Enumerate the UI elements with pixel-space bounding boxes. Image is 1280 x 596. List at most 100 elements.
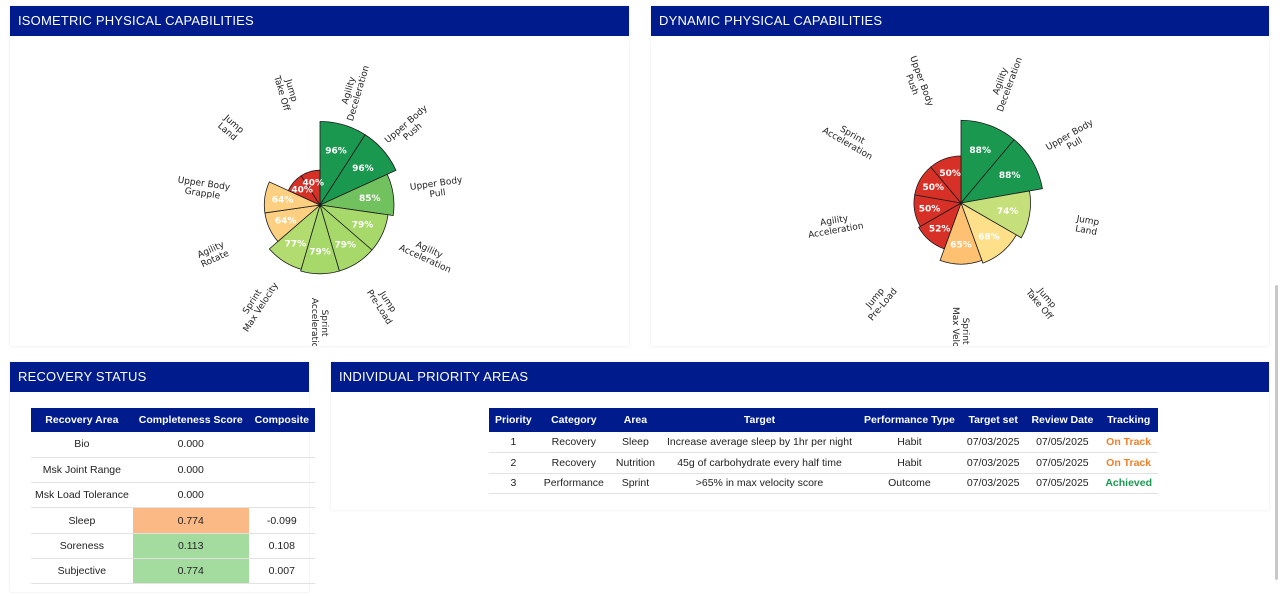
chart-value-label: 88% [999,171,1021,181]
chart-axis-label: Upper BodyPush [383,103,437,153]
chart-value-label: 96% [325,147,347,157]
priority-row: 1 Recovery Sleep Increase average sleep by … [489,432,1158,453]
composite-cell [248,457,315,484]
chart-axis-label: AgilityAcceleration [397,234,456,275]
recovery-area-cell: Subjective [31,558,133,585]
chart-value-label: 64% [272,196,294,206]
chart-axis-label-line: Sprint [960,318,970,345]
chart-axis-label-line: Pull [429,188,446,200]
chart-value-label: 65% [950,241,972,251]
chart-value-label: 79% [352,220,374,230]
chart-axis-label: AgilityDeceleration [987,53,1025,114]
target-set-cell: 07/03/2025 [960,432,1026,453]
priority-table-body: 1 Recovery Sleep Increase average sleep by … [489,432,1158,494]
chart-axis-label: Upper BodyPull [409,175,465,202]
tracking-status-cell: On Track [1099,452,1158,474]
col-recovery-area[interactable]: Recovery Area [31,408,133,432]
priority-row: 3 Performance Sprint >65% in max velocity s… [489,473,1158,494]
recovery-panel: RECOVERY STATUS Recovery Area Completene… [10,362,315,592]
chart-axis-label: SprintAcceleratio [309,298,329,346]
category-cell: Performance [537,473,610,494]
completeness-score-cell: 0.774 [132,558,249,585]
target-set-cell: 07/03/2025 [960,452,1026,474]
completeness-score-cell: 0.000 [132,482,249,509]
recovery-row: Msk Joint Range 0.000 [31,457,315,484]
col-tracking[interactable]: Tracking [1099,408,1158,432]
chart-axis-label: AgilityAcceleration [806,211,865,240]
completeness-score-cell: 0.000 [132,457,249,484]
chart-value-label: 88% [969,146,991,156]
performance-type-cell: Outcome [858,473,961,494]
chart-axis-label: AgilityDeceleration [336,62,371,123]
chart-axis-label: AgilityRotate [196,240,232,271]
isometric-polar-chart: 96% AgilityDeceleration 96% Upper BodyPush 8… [175,62,465,346]
target-cell: >65% in max velocity score [660,473,859,494]
col-performance-type[interactable]: Performance Type [858,408,961,432]
tracking-status-cell: On Track [1099,432,1158,453]
recovery-area-cell: Soreness [31,533,133,559]
area-cell: Sleep [609,432,661,453]
chart-axis-label-line: Max Veloci [950,307,960,346]
chart-value-label: 74% [997,207,1019,217]
dynamic-polar-chart: 88% AgilityDeceleration 88% Upper BodyPull 7… [806,53,1101,346]
chart-axis-label: SprintMax Veloci [950,307,970,346]
priority-table-header-row: Priority Category Area Target Performanc… [489,408,1158,432]
chart-value-label: 50% [939,169,961,179]
col-target[interactable]: Target [660,408,859,432]
priority-table: Priority Category Area Target Performanc… [489,408,1158,494]
chart-axis-label-line: Sprint [319,310,329,337]
composite-cell: 0.007 [248,558,315,585]
chart-value-label: 79% [309,248,331,258]
chart-value-label: 64% [275,217,297,227]
chart-axis-label: SprintMax Velocity [233,275,281,334]
chart-value-label: 96% [352,164,374,174]
chart-axis-label: JumpTake Off [1023,281,1063,323]
chart-value-label: 50% [919,205,941,215]
chart-axis-label: JumpLand [214,113,245,144]
priority-cell: 2 [489,452,538,474]
recovery-area-cell: Sleep [31,507,133,534]
category-cell: Recovery [537,432,610,453]
review-date-cell: 07/05/2025 [1025,432,1100,453]
priority-panel: INDIVIDUAL PRIORITY AREAS Priority Categ… [331,362,1269,510]
chart-value-label: 77% [285,239,307,249]
target-set-cell: 07/03/2025 [960,473,1026,494]
recovery-row: Subjective 0.774 0.007 [31,558,315,585]
chart-axis-label: JumpPre-Load [859,280,899,323]
recovery-table-body: Bio 0.000 Msk Joint Range 0.000 Msk Load Tol… [31,432,315,585]
recovery-table: Recovery Area Completeness Score Composi… [31,408,315,585]
chart-axis-label: JumpPre-Load [364,283,402,327]
page-scrollbar[interactable] [1275,285,1278,580]
chart-value-label: 68% [978,232,1000,242]
col-target-set[interactable]: Target set [960,408,1026,432]
chart-axis-label: Upper BodyPull [1045,118,1101,162]
chart-axis-label: Upper BodyPush [898,55,935,112]
chart-value-label: 52% [929,225,951,235]
chart-axis-label: Upper BodyGrapple [175,176,231,203]
priority-cell: 3 [489,473,538,494]
col-review-date[interactable]: Review Date [1025,408,1100,432]
col-composite[interactable]: Composite [248,408,315,432]
performance-type-cell: Habit [858,432,961,453]
recovery-row: Sleep 0.774 -0.099 [31,507,315,534]
col-area[interactable]: Area [609,408,661,432]
target-cell: 45g of carbohydrate every half time [660,452,859,474]
recovery-panel-title: RECOVERY STATUS [10,362,309,392]
chart-value-label: 79% [335,240,357,250]
recovery-row: Bio 0.000 [31,432,315,458]
col-completeness-score[interactable]: Completeness Score [132,408,249,432]
recovery-table-header-row: Recovery Area Completeness Score Composi… [31,408,315,432]
tracking-status-cell: Achieved [1099,473,1158,494]
recovery-area-cell: Msk Load Tolerance [31,482,133,509]
chart-axis-label: JumpTake Off [271,71,301,113]
chart-axis-label-line: Acceleratio [309,298,319,346]
dynamic-panel-title: DYNAMIC PHYSICAL CAPABILITIES [651,6,1269,36]
composite-cell [248,482,315,509]
col-priority[interactable]: Priority [489,408,538,432]
review-date-cell: 07/05/2025 [1025,473,1100,494]
dynamic-panel: DYNAMIC PHYSICAL CAPABILITIES 88% Agility… [651,6,1269,346]
col-category[interactable]: Category [537,408,610,432]
recovery-area-cell: Bio [31,432,133,458]
recovery-area-cell: Msk Joint Range [31,457,133,484]
recovery-row: Soreness 0.113 0.108 [31,533,315,559]
